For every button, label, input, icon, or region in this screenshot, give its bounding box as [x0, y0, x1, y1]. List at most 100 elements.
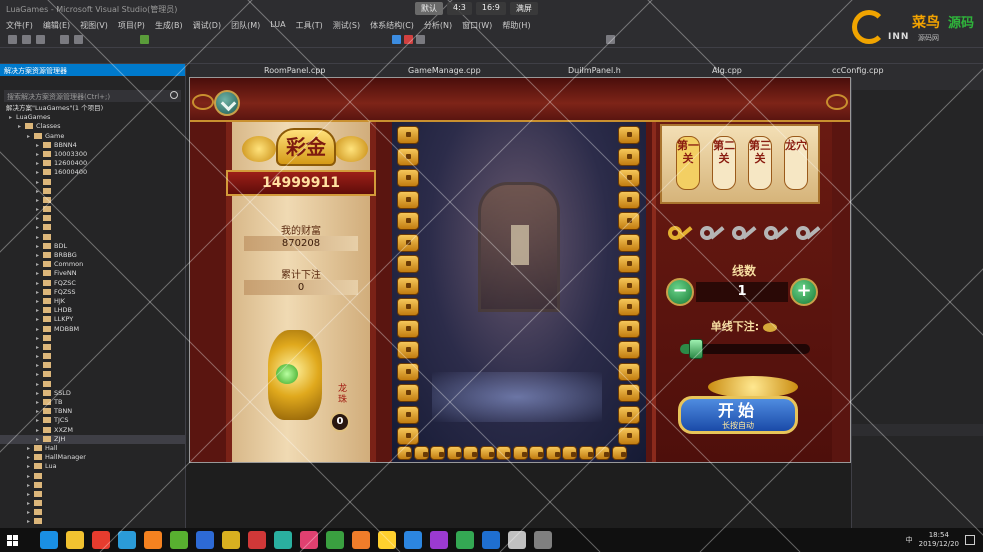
taskbar-app-icon[interactable] [326, 531, 344, 549]
taskbar-app-icon[interactable] [196, 531, 214, 549]
expand-arrow-icon[interactable]: ▸ [36, 334, 41, 343]
new-file-icon[interactable] [8, 35, 17, 44]
expand-arrow-icon[interactable]: ▸ [36, 407, 41, 416]
menu-item[interactable]: 团队(M) [231, 20, 260, 30]
expand-arrow-icon[interactable]: ▸ [27, 472, 32, 481]
taskbar-app-icon[interactable] [170, 531, 188, 549]
tree-item[interactable]: ▸ 12600400 [0, 159, 185, 168]
tree-item[interactable]: ▸ SSLD [0, 389, 185, 398]
taskbar-app-icon[interactable] [482, 531, 500, 549]
tree-item[interactable]: ▸ Hall [0, 444, 185, 453]
taskbar-app-icon[interactable] [508, 531, 526, 549]
expand-arrow-icon[interactable]: ▸ [27, 499, 32, 508]
stop-icon[interactable] [404, 35, 413, 44]
tree-item[interactable]: ▸ [0, 205, 185, 214]
solution-search-input[interactable]: 搜索解决方案资源管理器(Ctrl+;) [4, 90, 181, 102]
expand-arrow-icon[interactable]: ▸ [36, 416, 41, 425]
aspect-option[interactable]: 16:9 [475, 2, 506, 15]
tree-item[interactable]: ▸ [0, 508, 185, 517]
expand-arrow-icon[interactable]: ▸ [36, 325, 41, 334]
expand-arrow-icon[interactable]: ▸ [36, 389, 41, 398]
tree-item[interactable]: ▸ [0, 223, 185, 232]
aspect-option[interactable]: 4:3 [447, 2, 472, 15]
ime-indicator[interactable]: 中 [906, 535, 913, 545]
expand-arrow-icon[interactable]: ▸ [27, 508, 32, 517]
expand-arrow-icon[interactable]: ▸ [36, 352, 41, 361]
expand-arrow-icon[interactable]: ▸ [36, 260, 41, 269]
menu-item[interactable]: 项目(P) [118, 20, 145, 30]
tree-item[interactable]: ▸ HJK [0, 297, 185, 306]
lines-minus-button[interactable]: − [666, 278, 694, 306]
tree-item[interactable]: ▸ BDL [0, 242, 185, 251]
menu-item[interactable]: 体系结构(C) [370, 20, 414, 30]
taskbar-app-icon[interactable] [300, 531, 318, 549]
menu-item[interactable]: 编辑(E) [43, 20, 70, 30]
editor-tab[interactable]: RoomPanel.cpp [264, 66, 325, 75]
expand-arrow-icon[interactable]: ▸ [9, 113, 14, 122]
expand-arrow-icon[interactable]: ▸ [27, 462, 32, 471]
aspect-option[interactable]: 满屏 [509, 2, 538, 15]
expand-arrow-icon[interactable]: ▸ [36, 196, 41, 205]
solution-root[interactable]: 解决方案"LuaGames"(1 个项目) [0, 104, 185, 113]
tree-item[interactable]: ▸ [0, 334, 185, 343]
expand-arrow-icon[interactable]: ▸ [36, 279, 41, 288]
menu-item[interactable]: 生成(B) [155, 20, 183, 30]
taskbar-app-icon[interactable] [274, 531, 292, 549]
tree-item[interactable]: ▸ [0, 233, 185, 242]
expand-arrow-icon[interactable]: ▸ [36, 205, 41, 214]
line-bet-slider[interactable] [680, 339, 810, 359]
tree-item[interactable]: ▸ [0, 178, 185, 187]
tree-item[interactable]: ▸ Game [0, 132, 185, 141]
tree-item[interactable]: ▸ [0, 490, 185, 499]
taskbar-app-icon[interactable] [404, 531, 422, 549]
notification-icon[interactable] [965, 535, 975, 545]
tree-item[interactable]: ▸ Lua [0, 462, 185, 471]
expand-arrow-icon[interactable]: ▸ [36, 223, 41, 232]
open-folder-icon[interactable] [22, 35, 31, 44]
clock[interactable]: 18:54 2019/12/20 [919, 531, 959, 549]
expand-arrow-icon[interactable]: ▸ [36, 426, 41, 435]
start-button[interactable]: 开始 长按自动 [678, 376, 810, 440]
tree-item[interactable]: ▸ [0, 472, 185, 481]
tree-item[interactable]: ▸ [0, 196, 185, 205]
restart-icon[interactable] [416, 35, 425, 44]
taskbar-app-icon[interactable] [352, 531, 370, 549]
tree-item[interactable]: ▸ HallManager [0, 453, 185, 462]
expand-arrow-icon[interactable]: ▸ [36, 178, 41, 187]
pause-icon[interactable] [392, 35, 401, 44]
expand-arrow-icon[interactable]: ▸ [18, 122, 23, 131]
back-button[interactable] [214, 90, 240, 116]
tree-item[interactable]: ▸ Common [0, 260, 185, 269]
tree-item[interactable]: ▸ [0, 187, 185, 196]
taskbar-app-icon[interactable] [92, 531, 110, 549]
tree-item[interactable]: ▸ [0, 352, 185, 361]
tree-item[interactable]: ▸ [0, 517, 185, 526]
editor-tab[interactable]: DuiImPanel.h [568, 66, 621, 75]
aspect-option[interactable]: 默认 [415, 2, 443, 15]
editor-tab[interactable]: Alg.cpp [712, 66, 742, 75]
expand-arrow-icon[interactable]: ▸ [27, 490, 32, 499]
taskbar-app-icon[interactable] [118, 531, 136, 549]
expand-arrow-icon[interactable]: ▸ [36, 398, 41, 407]
menu-item[interactable]: 视图(V) [80, 20, 108, 30]
taskbar-app-icon[interactable] [248, 531, 266, 549]
run-icon[interactable] [140, 35, 149, 44]
expand-arrow-icon[interactable]: ▸ [27, 517, 32, 526]
expand-arrow-icon[interactable]: ▸ [36, 361, 41, 370]
expand-arrow-icon[interactable]: ▸ [36, 315, 41, 324]
taskbar-app-icon[interactable] [378, 531, 396, 549]
expand-arrow-icon[interactable]: ▸ [36, 187, 41, 196]
tree-item[interactable]: ▸ BBNN4 [0, 141, 185, 150]
tree-item[interactable]: ▸ [0, 481, 185, 490]
expand-arrow-icon[interactable]: ▸ [27, 453, 32, 462]
taskbar-app-icon[interactable] [66, 531, 84, 549]
expand-arrow-icon[interactable]: ▸ [36, 435, 41, 444]
tree-item[interactable]: ▸ [0, 380, 185, 389]
tree-item[interactable]: ▸ TB [0, 398, 185, 407]
taskbar-app-icon[interactable] [144, 531, 162, 549]
expand-arrow-icon[interactable]: ▸ [36, 242, 41, 251]
tree-item[interactable]: ▸ FiveNN [0, 269, 185, 278]
tree-item[interactable]: ▸ FQZSC [0, 279, 185, 288]
expand-arrow-icon[interactable]: ▸ [36, 297, 41, 306]
tree-item[interactable]: ▸ 10003300 [0, 150, 185, 159]
